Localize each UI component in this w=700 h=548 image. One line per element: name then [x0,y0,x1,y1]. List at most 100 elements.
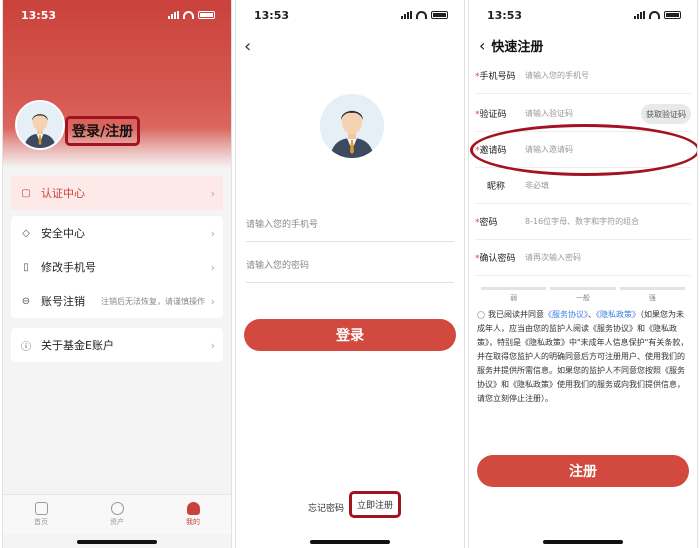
signal-icon [401,11,412,19]
wifi-icon [183,11,194,19]
nickname-field-placeholder: 非必填 [525,181,549,190]
register-screen: 13:53 ‹ 快速注册 *手机号码 请输入您的手机号 *验证码 请输入验证码 … [468,0,698,548]
password-strength-meter: 弱 一般 强 [481,287,685,303]
privacy-policy-link[interactable]: 《隐私政策》 [596,310,640,319]
agreement-body: （如果您为未成年人，应当由您的监护人阅读《服务协议》和《隐私政策》，特别是《隐私… [477,310,689,403]
menu-item-note: 注销后无法恢复，请谨慎操作 [101,296,205,306]
status-icons [634,11,681,19]
phone-field[interactable]: *手机号码 请输入您的手机号 [475,58,691,94]
phone-input[interactable]: 请输入您的手机号 [246,206,454,242]
phone-input-placeholder: 请输入您的手机号 [246,220,319,230]
page-title: ‹ 快速注册 [479,36,543,55]
confirm-password-field[interactable]: *确认密码 请再次输入密码 [475,240,691,276]
chevron-right-icon: › [210,294,215,308]
menu-item-label: 认证中心 [41,187,85,200]
status-time: 13:53 [487,8,523,22]
menu-group-2: ◇ 安全中心 › ▯ 修改手机号 › ⊖ 账号注销 注销后无法恢复，请谨慎操作 … [11,216,223,318]
status-icons [168,11,215,19]
battery-icon [664,11,681,19]
agreement-text: 我已阅读并同意《服务协议》、《隐私政策》（如果您为未成年人，应当由您的监护人阅读… [477,308,689,406]
login-screen: 13:53 ‹ 请输入您的手机号 请输入您的密码 登录 忘记密码 立即注册 [235,0,465,548]
home-indicator [543,540,623,544]
service-agreement-link[interactable]: 《服务协议》 [544,310,588,319]
nav-label: 我的 [186,518,200,526]
menu-item-cancel-account[interactable]: ⊖ 账号注销 注销后无法恢复，请谨慎操作 › [11,284,223,318]
chevron-right-icon: › [210,226,215,240]
back-arrow-icon[interactable]: ‹ [479,36,485,55]
profile-screen: 13:53 登录/注册 ▢ 认证中心 › ◇ 安全中心 › ▯ 修改手机号 › … [2,0,232,548]
status-bar: 13:53 [3,0,231,30]
menu-item-label: 账号注销 [41,295,85,308]
battery-icon [431,11,448,19]
menu-item-about[interactable]: ⓘ 关于基金E账户 › [11,328,223,362]
shield-icon: ◇ [22,227,30,239]
user-avatar-icon [320,94,384,158]
minus-circle-icon: ⊖ [21,295,31,307]
signal-icon [634,11,645,19]
certificate-icon: ▢ [21,187,31,199]
strength-strong: 强 [619,287,685,303]
menu-item-label: 关于基金E账户 [41,339,114,352]
wifi-icon [416,11,427,19]
register-now-link[interactable]: 立即注册 [349,491,402,518]
phone-field-label: *手机号码 [475,72,516,82]
nav-home[interactable]: 首页 [34,502,48,527]
menu-item-certification[interactable]: ▢ 认证中心 › [11,176,223,210]
battery-icon [198,11,215,19]
get-code-button[interactable]: 获取验证码 [641,104,691,124]
user-icon [186,502,200,515]
menu-item-security[interactable]: ◇ 安全中心 › [11,216,223,250]
wifi-icon [649,11,660,19]
password-input-placeholder: 请输入您的密码 [246,261,310,271]
agreement-sep: 、 [588,310,596,319]
strength-medium: 一般 [550,287,616,303]
code-field-placeholder: 请输入验证码 [525,109,573,118]
status-time: 13:53 [254,8,290,22]
menu-item-label: 修改手机号 [41,261,96,274]
password-field[interactable]: *密码 8-16位字母、数字和字符的组合 [475,204,691,240]
back-arrow-icon[interactable]: ‹ [244,36,251,57]
user-avatar-icon [17,102,63,148]
chevron-right-icon: › [210,338,215,352]
forgot-password-link[interactable]: 忘记密码 [308,501,344,514]
nav-label: 首页 [34,518,48,526]
bottom-nav: 首页 资产 我的 [3,494,231,534]
avatar[interactable] [15,100,65,150]
avatar [320,94,384,158]
nickname-field[interactable]: 昵称 非必填 [475,168,691,204]
status-bar: 13:53 [236,0,464,30]
confirm-password-field-placeholder: 请再次输入密码 [525,253,581,262]
password-input[interactable]: 请输入您的密码 [246,247,454,283]
nav-label: 资产 [110,518,124,526]
status-bar: 13:53 [469,0,697,30]
code-field-label: *验证码 [475,110,507,120]
phone-field-placeholder: 请输入您的手机号 [525,71,589,80]
password-field-placeholder: 8-16位字母、数字和字符的组合 [525,217,640,226]
agreement-pre: 我已阅读并同意 [488,310,544,319]
home-icon [34,502,48,515]
home-indicator [77,540,157,544]
password-field-label: *密码 [475,218,498,228]
page-title-text: 快速注册 [491,40,544,55]
phone-icon: ▯ [23,261,29,273]
nickname-field-label: 昵称 [487,182,506,192]
chevron-right-icon: › [210,186,215,200]
login-register-link[interactable]: 登录/注册 [65,116,141,146]
signal-icon [168,11,179,19]
agree-checkbox[interactable] [477,310,485,319]
home-indicator [310,540,390,544]
info-icon: ⓘ [21,341,31,353]
money-bag-icon [110,502,124,515]
nav-mine[interactable]: 我的 [186,502,200,527]
menu-item-label: 安全中心 [41,227,85,240]
menu-group-1: ▢ 认证中心 › [11,176,223,210]
nav-assets[interactable]: 资产 [110,502,124,527]
strength-weak: 弱 [481,287,547,303]
menu-item-change-phone[interactable]: ▯ 修改手机号 › [11,250,223,284]
menu-group-3: ⓘ 关于基金E账户 › [11,328,223,362]
confirm-password-field-label: *确认密码 [475,254,516,264]
register-button[interactable]: 注册 [477,455,689,487]
status-icons [401,11,448,19]
chevron-right-icon: › [210,260,215,274]
login-button[interactable]: 登录 [244,319,456,351]
